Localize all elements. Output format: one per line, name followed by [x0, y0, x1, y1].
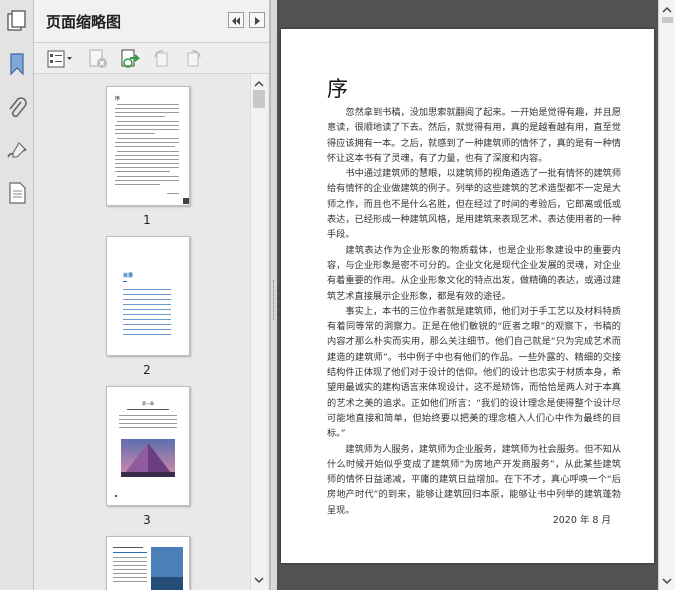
thumbnail-2-title: 目录: [123, 273, 134, 279]
rotate-left-icon[interactable]: [151, 48, 173, 70]
signature-icon[interactable]: [5, 139, 29, 163]
options-menu-icon[interactable]: [46, 48, 74, 70]
rotate-right-icon[interactable]: [182, 48, 204, 70]
triangle-right-icon: [255, 17, 260, 25]
panel-options-arrow-button[interactable]: [249, 12, 265, 28]
thumbnail-list: 序 1 目录 2 第一章 3: [34, 74, 252, 590]
pages-icon[interactable]: [5, 9, 29, 33]
thumbnail-resize-handle[interactable]: [183, 198, 189, 204]
page-thumbnails-panel: 页面缩略图 序 1 目录 2 第一章 3: [34, 0, 270, 590]
double-chevron-left-icon: [232, 17, 240, 25]
pyramid-photo-thumbnail: [121, 439, 175, 477]
scroll-down-arrow-icon[interactable]: [254, 575, 264, 585]
insert-page-icon[interactable]: [119, 48, 141, 70]
thumbnail-2-label: 2: [143, 363, 151, 377]
paperclip-icon[interactable]: [5, 96, 29, 120]
doc-scroll-down-arrow-icon[interactable]: [662, 576, 672, 586]
scroll-up-arrow-icon[interactable]: [254, 79, 264, 89]
delete-page-icon[interactable]: [87, 48, 109, 70]
page-thumbnail-1[interactable]: 序: [106, 86, 190, 206]
thumbnail-scrollbar[interactable]: [250, 74, 267, 590]
page-thumbnail-3[interactable]: 第一章: [106, 386, 190, 506]
thumbnail-3-title: 第一章: [142, 401, 154, 406]
paragraph-1: 忽然拿到书稿，没加思索就翻阅了起来。一开始是觉得有趣，并且愿意读，很顺地读了下去…: [327, 107, 622, 164]
thumbnail-1-label: 1: [143, 213, 151, 227]
page-date: 2020 年 8 月: [552, 515, 611, 526]
paragraph-2: 书中通过建筑师的慧眼，以建筑师的视角遴选了一批有情怀的建筑师给有情怀的企业做建筑…: [327, 168, 622, 241]
page-heading: 序: [327, 77, 348, 101]
collapse-panel-button[interactable]: [228, 12, 244, 28]
thumbnail-1-title: 序: [115, 96, 121, 102]
panel-header: 页面缩略图: [34, 0, 269, 43]
navigation-tool-strip: [0, 0, 34, 590]
page-body: 忽然拿到书稿，没加思索就翻阅了起来。一开始是觉得有趣，并且愿意读，很顺地读了下去…: [327, 105, 621, 518]
doc-scroll-thumb[interactable]: [662, 17, 673, 23]
doc-scroll-up-arrow-icon[interactable]: [662, 5, 672, 15]
bookmark-icon[interactable]: [5, 52, 29, 76]
paragraph-4: 事实上，本书的三位作者就是建筑师，他们对于手工艺以及材料特质有着同等常的洞察力。…: [327, 305, 622, 440]
document-scrollbar[interactable]: [658, 0, 675, 590]
thumbnail-3-label: 3: [143, 513, 151, 527]
page-thumbnail-2[interactable]: 目录: [106, 236, 190, 356]
thumbnail-scroll-thumb[interactable]: [253, 90, 265, 108]
thumbnail-toolbar: [34, 43, 269, 74]
panel-title: 页面缩略图: [46, 13, 122, 31]
paragraph-5: 建筑师为人服务，建筑师为企业服务，建筑师为社会服务。但不知从什么时候开始似乎变成…: [327, 443, 622, 516]
page-thumbnail-4[interactable]: [106, 536, 190, 590]
document-page: 序 忽然拿到书稿，没加思索就翻阅了起来。一开始是觉得有趣，并且愿意读，很顺地读了…: [281, 29, 654, 563]
paragraph-3: 建筑表达作为企业形象的物质载体，也是企业形象建设中的重要内容，与企业形象是密不可…: [327, 244, 621, 302]
document-properties-icon[interactable]: [5, 181, 29, 205]
document-view[interactable]: 序 忽然拿到书稿，没加思索就翻阅了起来。一开始是觉得有趣，并且愿意读，很顺地读了…: [277, 0, 658, 590]
